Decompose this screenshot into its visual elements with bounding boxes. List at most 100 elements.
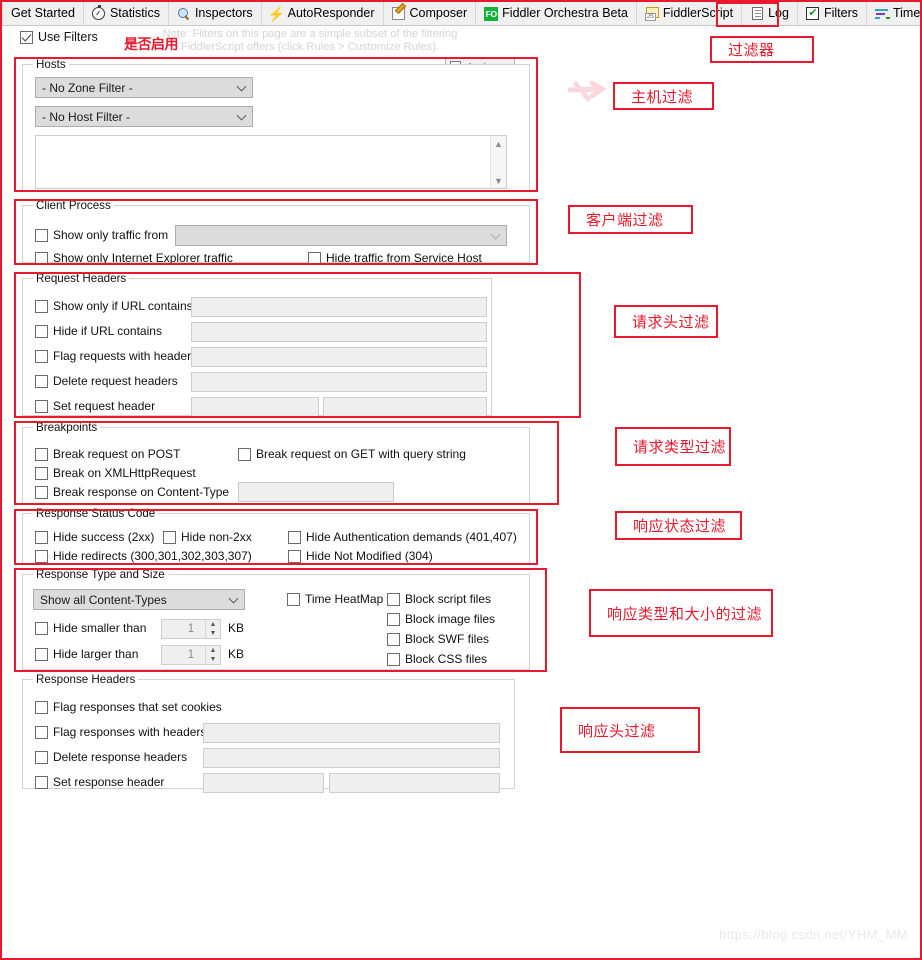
checkbox-label: Flag responses that set cookies (53, 700, 222, 714)
checkbox-box (288, 530, 301, 544)
block-css-files-checkbox[interactable]: Block CSS files (387, 652, 487, 666)
stepper-up-icon[interactable]: ▲ (206, 646, 220, 655)
show-only-traffic-from-checkbox[interactable]: Show only traffic from (35, 228, 168, 242)
hide-smaller-than-stepper[interactable]: 1 ▲ ▼ (161, 619, 221, 639)
host-list-textarea[interactable]: ▲ ▼ (35, 135, 507, 189)
zone-filter-combo[interactable]: - No Zone Filter - (35, 77, 253, 98)
block-image-files-checkbox[interactable]: Block image files (387, 612, 495, 626)
checkbox-label: Hide redirects (300,301,302,303,307) (53, 549, 252, 563)
set-response-header-checkbox[interactable]: Set response header (35, 775, 164, 789)
delete-response-headers-checkbox[interactable]: Delete response headers (35, 750, 187, 764)
hide-non-2xx-checkbox[interactable]: Hide non-2xx (163, 530, 252, 544)
flag-requests-with-headers-input[interactable] (191, 347, 487, 367)
stepper-buttons[interactable]: ▲ ▼ (205, 646, 220, 664)
tab-composer[interactable]: Composer (384, 2, 477, 25)
request-headers-group: Request Headers Show only if URL contain… (22, 272, 492, 417)
hide-service-host-traffic-checkbox[interactable]: Hide traffic from Service Host (308, 251, 482, 265)
stepper-up-icon[interactable]: ▲ (206, 620, 220, 629)
stepper-down-icon[interactable]: ▼ (206, 655, 220, 664)
scroll-up-icon[interactable]: ▲ (491, 136, 506, 151)
main-tab-bar: Get Started Statistics Inspectors ⚡ Auto… (2, 2, 920, 26)
hide-larger-than-checkbox[interactable]: Hide larger than (35, 647, 138, 661)
annotation-text: 请求头过滤 (632, 314, 710, 331)
show-only-if-url-contains-input[interactable] (191, 297, 487, 317)
set-response-header-name-input[interactable] (203, 773, 324, 793)
fiddler-filters-window: Get Started Statistics Inspectors ⚡ Auto… (0, 0, 922, 960)
host-list-scrollbar[interactable]: ▲ ▼ (490, 136, 506, 188)
tab-statistics[interactable]: Statistics (84, 2, 169, 25)
flag-responses-with-headers-input[interactable] (203, 723, 500, 743)
time-heatmap-checkbox[interactable]: Time HeatMap (287, 592, 383, 606)
annotation-response-headers: 响应头过滤 (560, 707, 700, 753)
flag-responses-with-headers-checkbox[interactable]: Flag responses with headers (35, 725, 206, 739)
use-filters-label: Use Filters (38, 30, 98, 44)
annotation-text: 主机过滤 (631, 88, 694, 106)
checkbox-box (20, 30, 33, 44)
block-script-files-checkbox[interactable]: Block script files (387, 592, 491, 606)
hide-if-url-contains-checkbox[interactable]: Hide if URL contains (35, 324, 162, 338)
hide-not-modified-checkbox[interactable]: Hide Not Modified (304) (288, 549, 433, 563)
content-types-combo[interactable]: Show all Content-Types (33, 589, 245, 610)
tab-inspectors[interactable]: Inspectors (169, 2, 262, 25)
hand-drawn-arrow-scribble (568, 80, 607, 102)
checkbox-box (35, 251, 48, 265)
hide-smaller-than-checkbox[interactable]: Hide smaller than (35, 621, 146, 635)
break-request-on-post-checkbox[interactable]: Break request on POST (35, 447, 180, 461)
checkbox-box (35, 374, 48, 388)
checkbox-box (35, 700, 48, 714)
hide-if-url-contains-input[interactable] (191, 322, 487, 342)
show-only-if-url-contains-checkbox[interactable]: Show only if URL contains (35, 299, 193, 313)
tab-fiddlerscript[interactable]: FiddlerScript (637, 2, 743, 25)
set-request-header-value-input[interactable] (323, 397, 487, 417)
delete-request-headers-checkbox[interactable]: Delete request headers (35, 374, 178, 388)
break-response-content-type-input[interactable] (238, 482, 394, 502)
js-script-icon (644, 7, 659, 21)
break-request-on-get-query-checkbox[interactable]: Break request on GET with query string (238, 447, 466, 461)
checkbox-box (288, 549, 301, 563)
checkbox-box (35, 228, 48, 242)
hide-authentication-demands-checkbox[interactable]: Hide Authentication demands (401,407) (288, 530, 517, 544)
stepper-down-icon[interactable]: ▼ (206, 629, 220, 638)
tab-label: Timeline (892, 6, 921, 21)
set-response-header-value-input[interactable] (329, 773, 500, 793)
checkbox-box (35, 324, 48, 338)
tab-filters[interactable]: ✔ Filters (798, 2, 867, 25)
host-filter-combo[interactable]: - No Host Filter - (35, 106, 253, 127)
delete-request-headers-input[interactable] (191, 372, 487, 392)
tab-log[interactable]: Log (742, 2, 798, 25)
response-headers-group-title: Response Headers (33, 673, 139, 686)
tab-label: AutoResponder (287, 6, 375, 21)
block-swf-files-checkbox[interactable]: Block SWF files (387, 632, 489, 646)
annotation-response-type-size: 响应类型和大小的过滤 (589, 589, 773, 637)
hide-larger-than-stepper[interactable]: 1 ▲ ▼ (161, 645, 221, 665)
tab-label: Log (768, 6, 789, 21)
checkbox-label: Block CSS files (405, 652, 488, 666)
magnifier-icon (177, 7, 191, 21)
break-response-on-content-type-checkbox[interactable]: Break response on Content-Type (35, 485, 229, 499)
use-filters-checkbox[interactable]: Use Filters (20, 30, 98, 44)
timeline-bars-icon (874, 7, 890, 21)
checkbox-label: Break response on Content-Type (53, 485, 230, 499)
hide-redirects-checkbox[interactable]: Hide redirects (300,301,302,303,307) (35, 549, 252, 563)
tab-autoresponder[interactable]: ⚡ AutoResponder (262, 2, 384, 25)
tab-fiddler-orchestra-beta[interactable]: FO Fiddler Orchestra Beta (476, 2, 637, 25)
stepper-buttons[interactable]: ▲ ▼ (205, 620, 220, 638)
hide-success-2xx-checkbox[interactable]: Hide success (2xx) (35, 530, 154, 544)
filters-hint-text: Note: Filters on this page are a simple … (162, 28, 458, 53)
show-only-ie-traffic-checkbox[interactable]: Show only Internet Explorer traffic (35, 251, 233, 265)
client-process-group-title: Client Process (33, 199, 114, 212)
checkbox-label: Hide larger than (53, 647, 139, 661)
scroll-down-icon[interactable]: ▼ (491, 173, 506, 188)
set-request-header-name-input[interactable] (191, 397, 319, 417)
checkbox-label: Block script files (405, 592, 492, 606)
set-request-header-checkbox[interactable]: Set request header (35, 399, 155, 413)
tab-label: Get Started (11, 6, 75, 21)
delete-response-headers-input[interactable] (203, 748, 500, 768)
client-process-combo[interactable] (175, 225, 507, 246)
break-on-xmlhttprequest-checkbox[interactable]: Break on XMLHttpRequest (35, 466, 196, 480)
tab-get-started[interactable]: Get Started (2, 2, 84, 25)
flag-responses-set-cookies-checkbox[interactable]: Flag responses that set cookies (35, 700, 222, 714)
flag-requests-with-headers-checkbox[interactable]: Flag requests with headers (35, 349, 197, 363)
tab-timeline[interactable]: Timeline (867, 2, 921, 25)
checkbox-label: Flag responses with headers (53, 725, 207, 739)
